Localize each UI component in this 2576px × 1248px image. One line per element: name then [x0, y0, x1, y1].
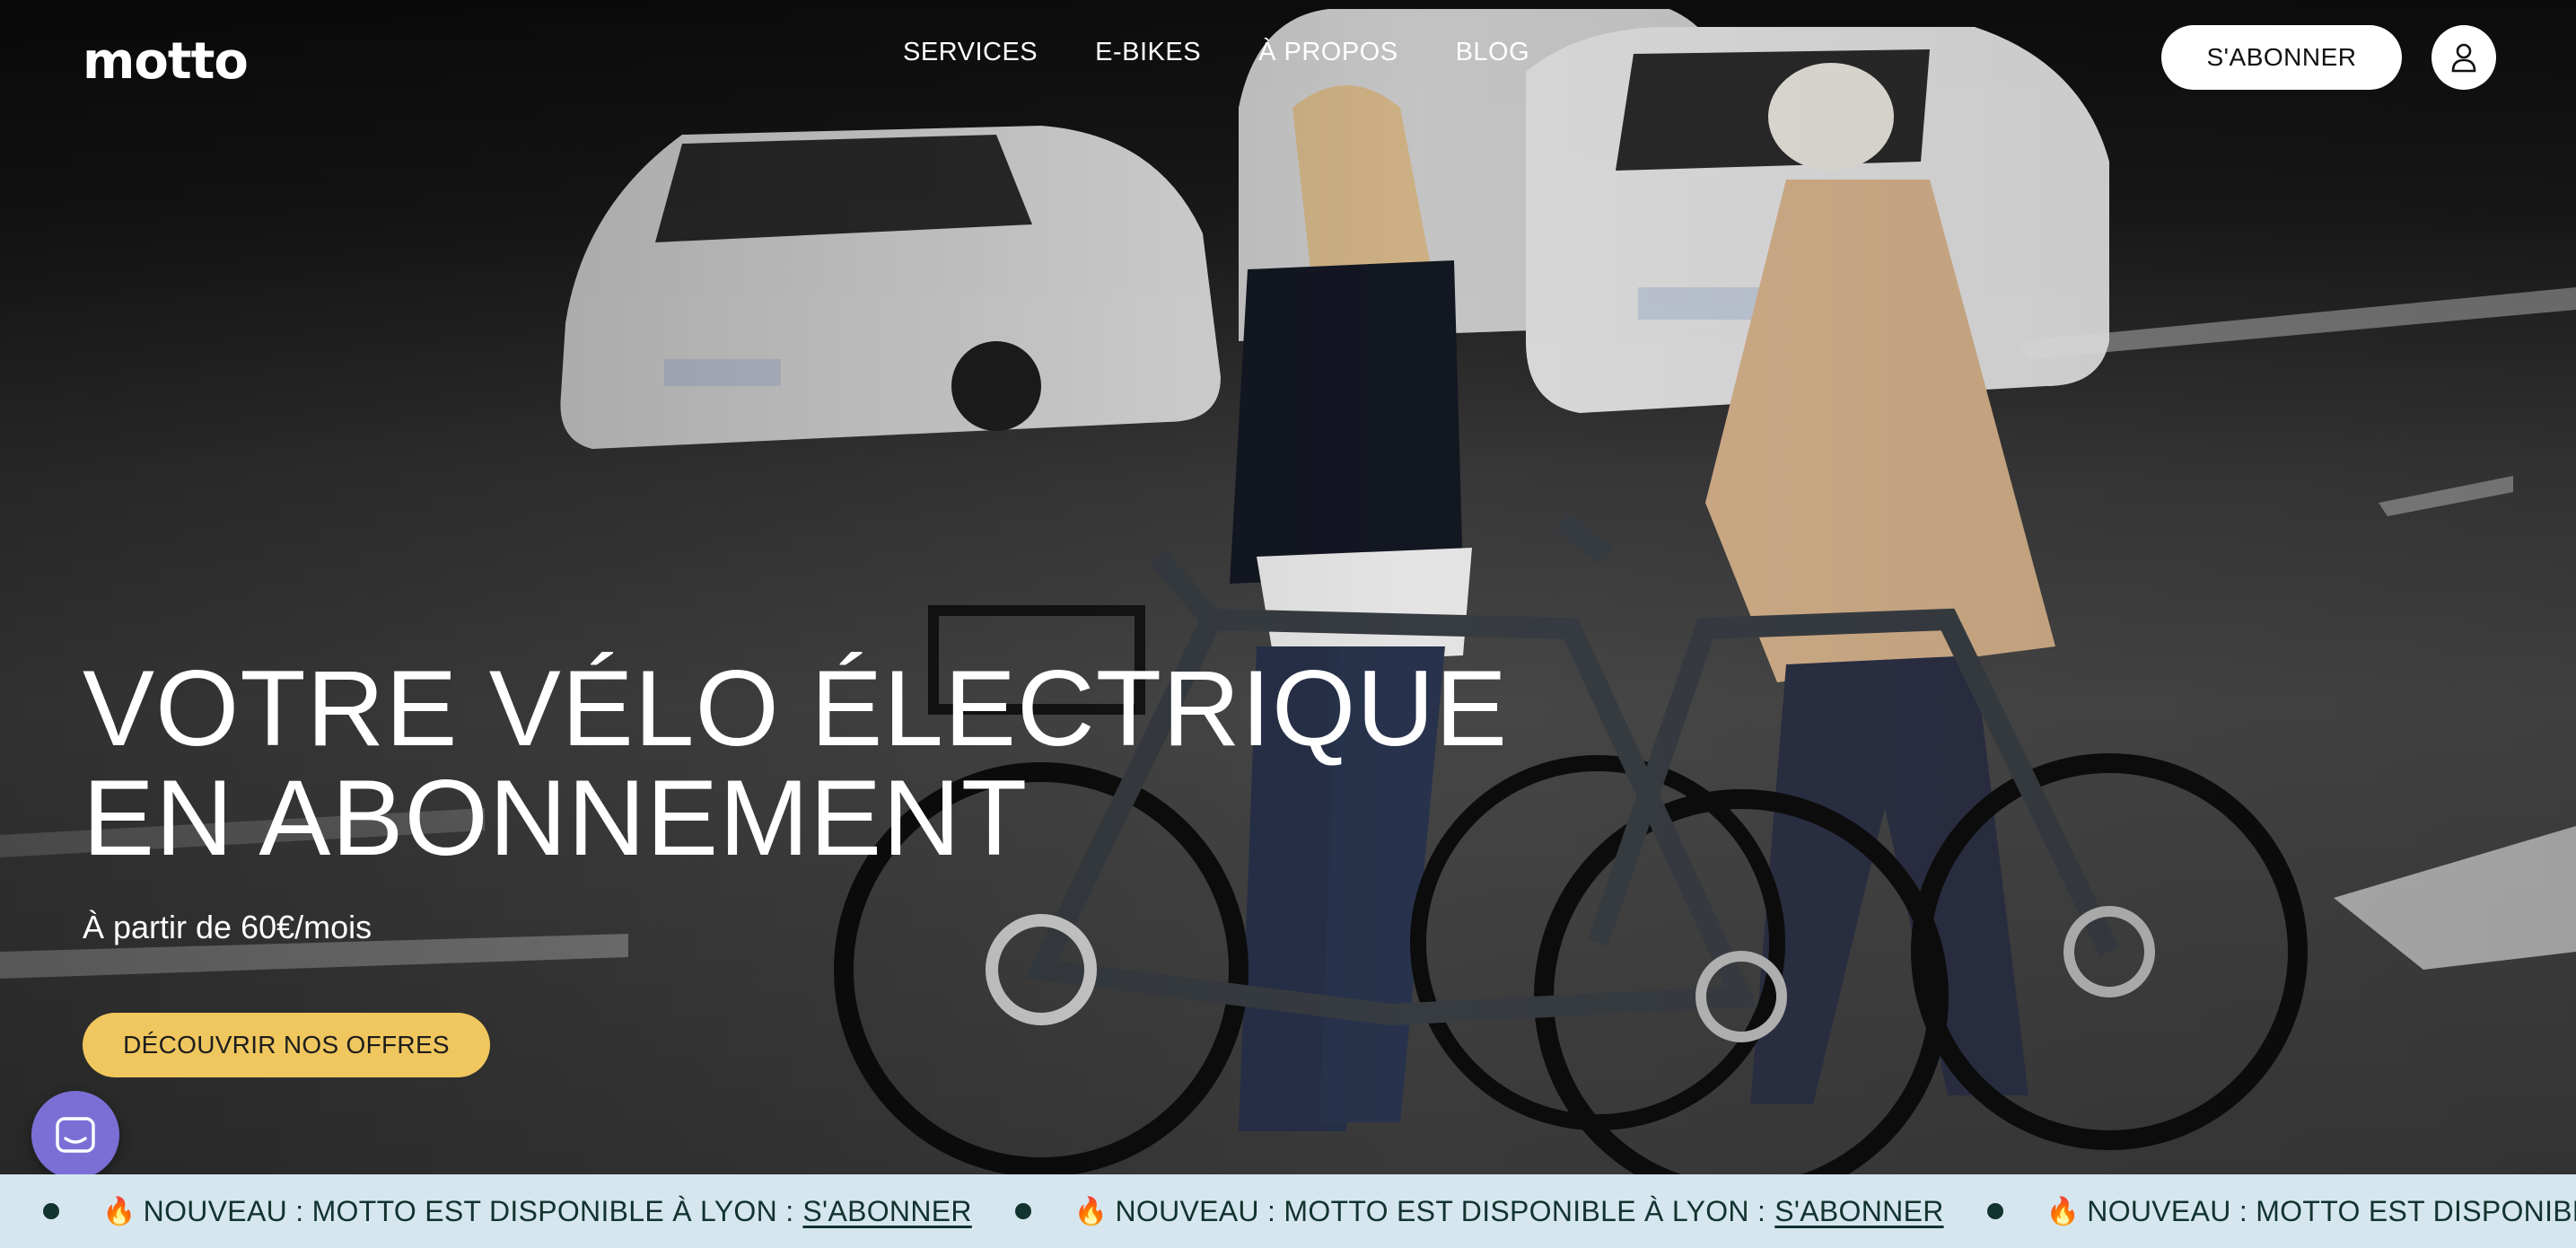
ticker-subscribe-link[interactable]: S'ABONNER	[802, 1195, 971, 1228]
hero-background-photo	[0, 0, 2576, 1174]
hero-headline: VOTRE VÉLO ÉLECTRIQUE EN ABONNEMENT	[83, 654, 1508, 873]
main-nav: SERVICES E-BIKES À PROPOS BLOG	[903, 38, 1529, 67]
ticker-message: 🔥 NOUVEAU : MOTTO EST DISPONIBLE À LYON …	[102, 1195, 972, 1228]
ticker-text: NOUVEAU : MOTTO EST DISPONIBLE À LYON :	[1115, 1194, 1766, 1227]
hero-headline-line-1: VOTRE VÉLO ÉLECTRIQUE	[83, 648, 1509, 769]
subscribe-button[interactable]: S'ABONNER	[2161, 25, 2402, 90]
hero-price-subline: À partir de 60€/mois	[83, 909, 372, 945]
discover-offers-button[interactable]: DÉCOUVRIR NOS OFFRES	[83, 1013, 490, 1077]
ticker-item: 🔥 NOUVEAU : MOTTO EST DISPONIBLE À LYON …	[0, 1195, 972, 1228]
user-icon	[2451, 43, 2476, 73]
ticker-subscribe-link[interactable]: S'ABONNER	[1774, 1195, 1943, 1228]
ticker-item: 🔥 NOUVEAU : MOTTO EST DISPONIBLE À LYON …	[972, 1195, 1944, 1228]
chat-launcher-button[interactable]	[31, 1091, 119, 1179]
ticker-text: NOUVEAU : MOTTO EST DISPONIBLE À LYON :	[2087, 1194, 2576, 1227]
fire-icon: 🔥	[102, 1196, 136, 1226]
ticker-text: NOUVEAU : MOTTO EST DISPONIBLE À LYON :	[143, 1194, 794, 1227]
nav-services[interactable]: SERVICES	[903, 38, 1038, 67]
ticker-separator-dot	[1014, 1203, 1031, 1219]
ticker-message: 🔥 NOUVEAU : MOTTO EST DISPONIBLE À LYON …	[1074, 1195, 1944, 1228]
announcement-ticker: 🔥 NOUVEAU : MOTTO EST DISPONIBLE À LYON …	[0, 1174, 2576, 1248]
fire-icon: 🔥	[2046, 1196, 2081, 1226]
hero-headline-line-2: EN ABONNEMENT	[83, 758, 1029, 878]
ticker-message: 🔥 NOUVEAU : MOTTO EST DISPONIBLE À LYON …	[2046, 1195, 2576, 1228]
motto-logo[interactable]: motto	[83, 32, 249, 91]
nav-e-bikes[interactable]: E-BIKES	[1095, 38, 1201, 67]
ticker-item: 🔥 NOUVEAU : MOTTO EST DISPONIBLE À LYON …	[1944, 1195, 2576, 1228]
nav-blog[interactable]: BLOG	[1456, 38, 1530, 67]
chat-icon	[56, 1117, 95, 1153]
account-button[interactable]	[2431, 25, 2496, 90]
ticker-separator-dot	[43, 1203, 59, 1219]
nav-a-propos[interactable]: À PROPOS	[1258, 38, 1398, 67]
ticker-separator-dot	[1986, 1203, 2003, 1219]
hero-overlay	[0, 0, 2576, 1174]
fire-icon: 🔥	[1073, 1196, 1108, 1226]
